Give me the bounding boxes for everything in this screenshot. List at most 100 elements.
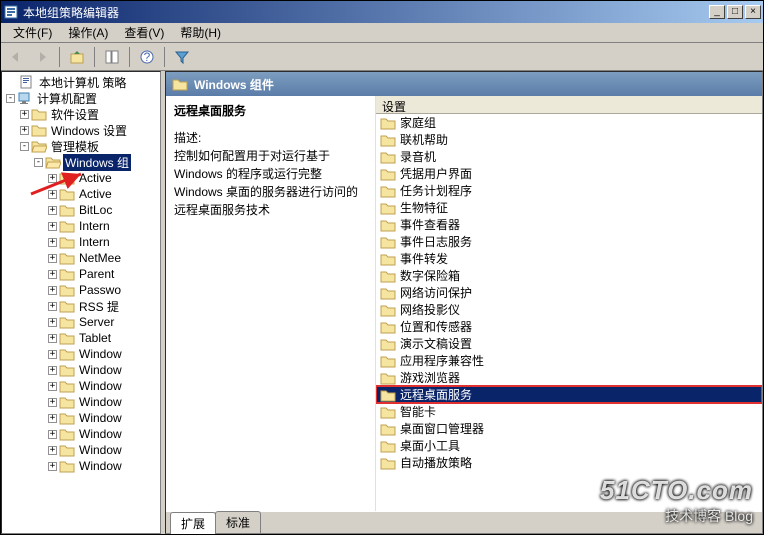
menu-view[interactable]: 查看(V) bbox=[116, 22, 172, 43]
list-item[interactable]: 位置和传感器 bbox=[376, 318, 762, 335]
tab-standard[interactable]: 标准 bbox=[215, 511, 261, 533]
list-item[interactable]: 凭据用户界面 bbox=[376, 165, 762, 182]
expand-icon[interactable]: + bbox=[48, 446, 57, 455]
up-button[interactable] bbox=[66, 46, 88, 68]
folder-icon bbox=[380, 456, 396, 470]
expand-icon[interactable]: + bbox=[48, 430, 57, 439]
expand-icon[interactable]: + bbox=[48, 238, 57, 247]
list-item-label: 网络访问保护 bbox=[400, 284, 472, 301]
maximize-button[interactable]: □ bbox=[727, 5, 743, 19]
tree-node[interactable]: +Window bbox=[2, 394, 160, 410]
folder-icon bbox=[380, 252, 396, 266]
expand-icon[interactable]: + bbox=[48, 270, 57, 279]
settings-list[interactable]: 家庭组联机帮助录音机凭据用户界面任务计划程序生物特征事件查看器事件日志服务事件转… bbox=[376, 114, 762, 511]
list-item[interactable]: 智能卡 bbox=[376, 403, 762, 420]
tree-node[interactable]: +Parent bbox=[2, 266, 160, 282]
list-item[interactable]: 数字保险箱 bbox=[376, 267, 762, 284]
expand-icon[interactable]: + bbox=[48, 318, 57, 327]
tree-label: Window bbox=[77, 427, 124, 441]
tree-node[interactable]: 本地计算机 策略 bbox=[2, 74, 160, 90]
minimize-button[interactable]: _ bbox=[709, 5, 725, 19]
list-item[interactable]: 录音机 bbox=[376, 148, 762, 165]
filter-button[interactable] bbox=[171, 46, 193, 68]
expand-icon[interactable]: + bbox=[48, 254, 57, 263]
folder-icon bbox=[59, 219, 75, 233]
tree-node[interactable]: +Active bbox=[2, 186, 160, 202]
tree-node[interactable]: +Passwo bbox=[2, 282, 160, 298]
list-item[interactable]: 事件转发 bbox=[376, 250, 762, 267]
tree-label: 软件设置 bbox=[49, 106, 101, 123]
list-item[interactable]: 远程桌面服务 bbox=[376, 386, 762, 403]
list-item-label: 凭据用户界面 bbox=[400, 165, 472, 182]
tree-node[interactable]: -Windows 组 bbox=[2, 154, 160, 170]
tree-node[interactable]: +Windows 设置 bbox=[2, 122, 160, 138]
list-item[interactable]: 事件日志服务 bbox=[376, 233, 762, 250]
tree-node[interactable]: -计算机配置 bbox=[2, 90, 160, 106]
expand-icon[interactable]: + bbox=[48, 190, 57, 199]
list-item[interactable]: 任务计划程序 bbox=[376, 182, 762, 199]
tab-extended[interactable]: 扩展 bbox=[170, 512, 216, 534]
tree-node[interactable]: +Server bbox=[2, 314, 160, 330]
expand-icon[interactable]: + bbox=[48, 398, 57, 407]
list-item[interactable]: 自动播放策略 bbox=[376, 454, 762, 471]
list-item[interactable]: 网络投影仪 bbox=[376, 301, 762, 318]
expand-icon[interactable]: + bbox=[48, 174, 57, 183]
tree-node[interactable]: -管理模板 bbox=[2, 138, 160, 154]
list-item[interactable]: 生物特征 bbox=[376, 199, 762, 216]
folder-icon bbox=[380, 150, 396, 164]
expand-icon[interactable]: + bbox=[48, 382, 57, 391]
tree-node[interactable]: +RSS 提 bbox=[2, 298, 160, 314]
show-hide-button[interactable] bbox=[101, 46, 123, 68]
menu-action[interactable]: 操作(A) bbox=[60, 22, 116, 43]
expand-icon[interactable]: + bbox=[48, 462, 57, 471]
expand-icon[interactable]: - bbox=[20, 142, 29, 151]
expand-icon[interactable]: + bbox=[48, 350, 57, 359]
titlebar[interactable]: 本地组策略编辑器 _ □ × bbox=[1, 1, 763, 23]
list-item[interactable]: 游戏浏览器 bbox=[376, 369, 762, 386]
tree-node[interactable]: +Active bbox=[2, 170, 160, 186]
list-column-header[interactable]: 设置 bbox=[376, 96, 762, 114]
description-pane: 远程桌面服务 描述: 控制如何配置用于对运行基于 Windows 的程序或运行完… bbox=[166, 96, 376, 511]
tree-node[interactable]: +Window bbox=[2, 378, 160, 394]
list-item-label: 生物特征 bbox=[400, 199, 448, 216]
expand-icon[interactable]: + bbox=[48, 286, 57, 295]
list-item[interactable]: 事件查看器 bbox=[376, 216, 762, 233]
list-item[interactable]: 家庭组 bbox=[376, 114, 762, 131]
expand-icon[interactable]: - bbox=[6, 94, 15, 103]
close-button[interactable]: × bbox=[745, 5, 761, 19]
expand-icon[interactable]: + bbox=[48, 366, 57, 375]
list-item[interactable]: 网络访问保护 bbox=[376, 284, 762, 301]
tree-node[interactable]: +Intern bbox=[2, 234, 160, 250]
tree-node[interactable]: +Window bbox=[2, 362, 160, 378]
list-item[interactable]: 联机帮助 bbox=[376, 131, 762, 148]
expand-icon[interactable]: + bbox=[48, 222, 57, 231]
tree-view[interactable]: 本地计算机 策略-计算机配置+软件设置+Windows 设置-管理模板-Wind… bbox=[1, 71, 161, 534]
expand-icon[interactable]: + bbox=[48, 206, 57, 215]
list-item[interactable]: 应用程序兼容性 bbox=[376, 352, 762, 369]
folder-icon bbox=[31, 107, 47, 121]
expand-icon[interactable]: + bbox=[48, 414, 57, 423]
list-item[interactable]: 桌面小工具 bbox=[376, 437, 762, 454]
list-item-label: 远程桌面服务 bbox=[400, 386, 472, 403]
menu-help[interactable]: 帮助(H) bbox=[172, 22, 229, 43]
list-item[interactable]: 演示文稿设置 bbox=[376, 335, 762, 352]
tree-node[interactable]: +BitLoc bbox=[2, 202, 160, 218]
tree-node[interactable]: +Window bbox=[2, 346, 160, 362]
tree-node[interactable]: +Window bbox=[2, 442, 160, 458]
list-item[interactable]: 桌面窗口管理器 bbox=[376, 420, 762, 437]
tree-node[interactable]: + Window bbox=[2, 426, 160, 442]
expand-icon[interactable]: + bbox=[20, 110, 29, 119]
tree-node[interactable]: +Tablet bbox=[2, 330, 160, 346]
help-button[interactable]: ? bbox=[136, 46, 158, 68]
expand-icon[interactable]: + bbox=[20, 126, 29, 135]
expand-icon[interactable]: - bbox=[34, 158, 43, 167]
menu-file[interactable]: 文件(F) bbox=[5, 22, 60, 43]
tree-node[interactable]: +Window bbox=[2, 410, 160, 426]
tree-node[interactable]: + 软件设置 bbox=[2, 106, 160, 122]
tree-node[interactable]: +Window bbox=[2, 458, 160, 474]
toolbar-sep bbox=[59, 47, 60, 67]
tree-node[interactable]: +Intern bbox=[2, 218, 160, 234]
tree-node[interactable]: +NetMee bbox=[2, 250, 160, 266]
expand-icon[interactable]: + bbox=[48, 302, 57, 311]
expand-icon[interactable]: + bbox=[48, 334, 57, 343]
